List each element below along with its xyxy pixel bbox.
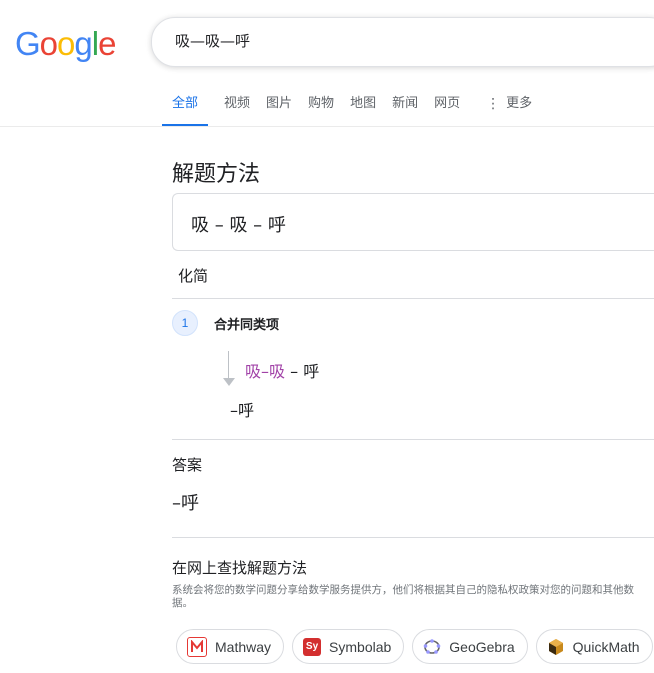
logo-letter: G (15, 25, 41, 62)
step-number-badge: 1 (172, 310, 198, 336)
answer-label: 答案 (172, 456, 203, 474)
find-solutions-title: 在网上查找解题方法 (172, 559, 308, 577)
tab-more[interactable]: ⋮ 更多 (486, 90, 532, 124)
expression-input[interactable]: 吸 – 吸 – 呼 (172, 193, 654, 251)
tab-shopping[interactable]: 购物 (308, 90, 334, 124)
search-tabs: 全部 视频 图片 购物 地图 新闻 网页 ⋮ 更多 (162, 90, 548, 127)
answer-value: –呼 (172, 493, 199, 514)
logo-letter: o (39, 25, 58, 62)
tabs-divider (0, 126, 654, 127)
provider-quickmath-button[interactable]: QuickMath (535, 629, 653, 664)
tab-more-label: 更多 (506, 96, 533, 111)
tab-web[interactable]: 网页 (434, 90, 460, 124)
disclaimer-text: 系统会将您的数学问题分享给数学服务提供方，他们将根据其自己的隐私权政策对您的问题… (172, 584, 634, 609)
step-expression: 吸–吸 – 呼 (245, 358, 319, 382)
more-vert-icon: ⋮ (486, 96, 501, 112)
divider (172, 537, 654, 538)
tab-news[interactable]: 新闻 (392, 90, 418, 124)
provider-label: GeoGebra (449, 638, 515, 655)
logo-letter: e (98, 25, 116, 62)
provider-symbolab-button[interactable]: Sy Symbolab (292, 629, 405, 664)
solver-title: 解题方法 (172, 162, 261, 187)
mathway-icon (187, 636, 207, 657)
divider (172, 298, 654, 299)
search-input[interactable] (173, 30, 637, 50)
step-expression-rest: – 呼 (285, 362, 320, 381)
search-box[interactable] (151, 17, 654, 67)
tab-all[interactable]: 全部 (162, 90, 209, 127)
expression-text: 吸 – 吸 – 呼 (191, 215, 286, 236)
provider-label: Symbolab (329, 638, 392, 655)
step-arrow-line (228, 351, 229, 379)
tab-images[interactable]: 图片 (266, 90, 292, 124)
arrow-down-icon (223, 378, 235, 386)
tab-videos[interactable]: 视频 (224, 90, 250, 124)
tab-maps[interactable]: 地图 (350, 90, 376, 124)
simplify-mode[interactable]: 化简 (178, 265, 208, 286)
divider (172, 439, 654, 440)
provider-mathway-button[interactable]: Mathway (176, 629, 285, 664)
quickmath-icon (547, 638, 565, 656)
step-result: –呼 (230, 401, 255, 420)
provider-label: QuickMath (572, 638, 640, 655)
provider-label: Mathway (215, 638, 272, 655)
logo-letter: g (74, 25, 92, 62)
symbolab-icon: Sy (303, 637, 322, 656)
logo-letter: o (57, 25, 75, 62)
step-expression-highlight: 吸–吸 (245, 362, 286, 381)
step-title: 合并同类项 (214, 318, 280, 333)
provider-geogebra-button[interactable]: GeoGebra (412, 629, 528, 664)
google-logo[interactable]: Google (15, 25, 116, 63)
provider-chips: Mathway Sy Symbolab GeoGebra QuickMath (176, 629, 654, 664)
geogebra-icon (423, 638, 441, 656)
